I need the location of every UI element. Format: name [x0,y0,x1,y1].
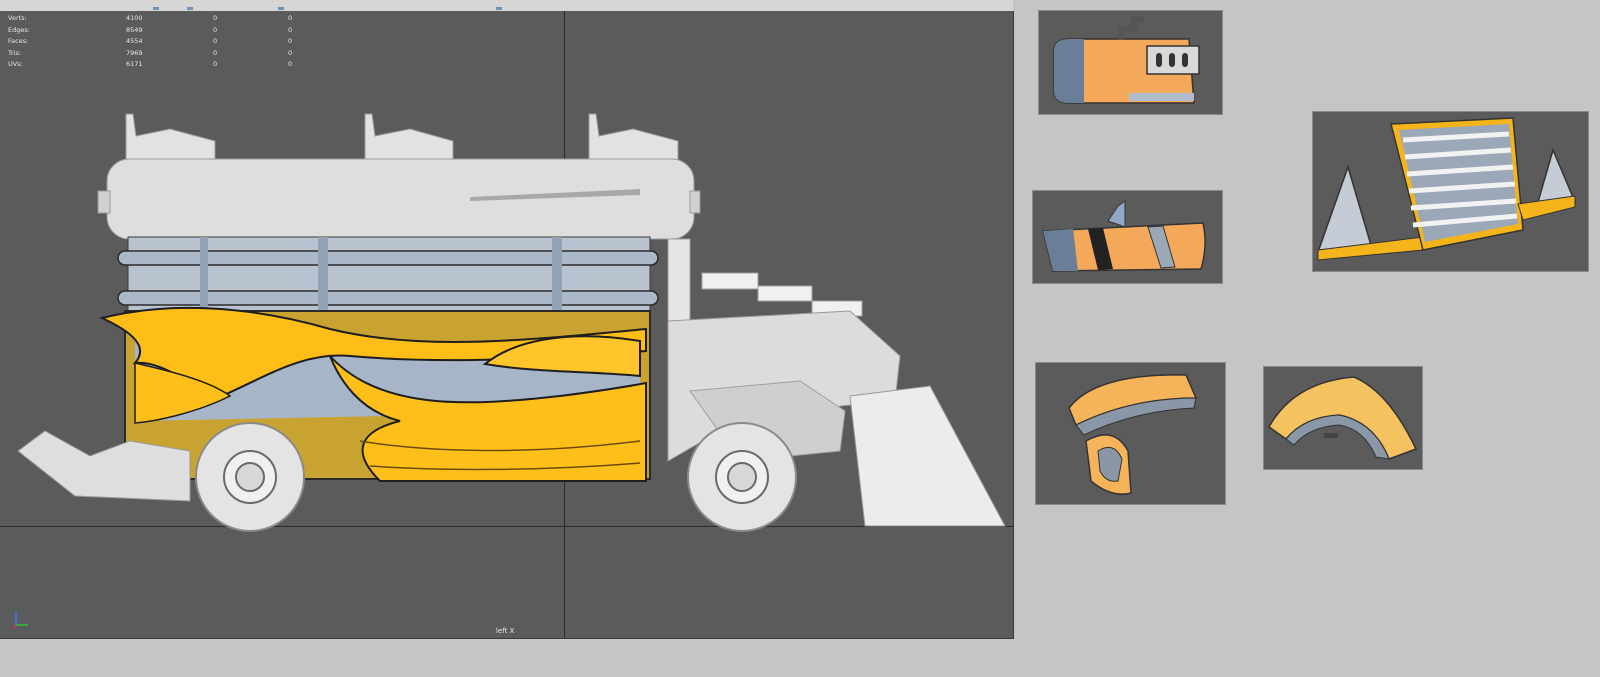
part-preview-fender-rear[interactable] [1263,366,1423,470]
pipe-part-icon [1042,200,1206,272]
axis-gizmo-icon [12,611,28,629]
part-preview-pipe[interactable] [1032,190,1223,284]
menu-tick-icon[interactable] [153,7,159,10]
plow-blade [849,385,1006,527]
fender-rear-part-icon [1268,376,1418,460]
water-tank [106,158,695,240]
part-preview-grille[interactable] [1312,111,1589,272]
front-wheel[interactable] [687,422,797,532]
grille-part-icon [1316,117,1577,261]
part-preview-fender-front[interactable] [1035,362,1226,505]
fender-part-icon [1068,374,1198,495]
menu-tick-icon[interactable] [278,7,284,10]
cage-rails [117,236,659,318]
camera-name-label: left X [496,627,515,635]
part-preview-engine[interactable] [1038,10,1223,115]
engine-part-icon [1053,16,1200,104]
menu-tick-icon[interactable] [496,7,502,10]
vehicle-model[interactable] [0,11,1013,638]
rear-wheel[interactable] [195,422,305,532]
menu-tick-icon[interactable] [187,7,193,10]
maya-viewport[interactable]: Verts: 4100 0 0 Edges: 8549 0 0 Faces: 4… [0,11,1014,639]
